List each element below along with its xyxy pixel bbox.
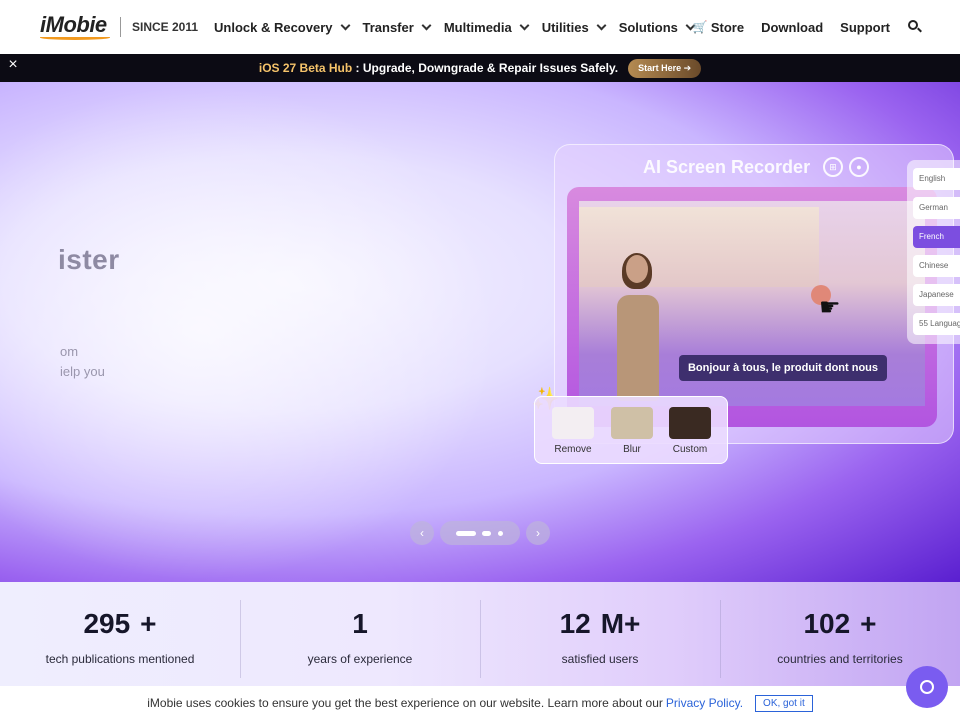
since-label: SINCE 2011 xyxy=(120,17,198,37)
nav-label: Unlock & Recovery xyxy=(214,19,333,35)
apple-icon: ● xyxy=(849,157,869,177)
promo-highlight: iOS 27 Beta Hub xyxy=(258,61,353,75)
logo-swoosh xyxy=(40,35,110,40)
hand-cursor-icon: ☛ xyxy=(819,294,841,321)
subtitle-caption: Bonjour à tous, le produit dont nous xyxy=(679,355,887,381)
language-item: German xyxy=(913,197,960,219)
language-item: English xyxy=(913,168,960,190)
nav-right: 🛒 Store Download Support xyxy=(676,0,922,54)
nav-label: Multimedia xyxy=(443,19,512,35)
tool-remove: Remove xyxy=(551,407,595,461)
download-link[interactable]: Download xyxy=(761,20,823,35)
tool-label: Custom xyxy=(672,444,708,455)
tool-label: Remove xyxy=(554,444,592,455)
language-item: 55 Languages xyxy=(913,313,960,335)
nav-transfer[interactable]: Transfer xyxy=(362,19,432,35)
hero-description-line: om xyxy=(60,344,79,359)
chevron-down-icon xyxy=(340,20,350,30)
carousel-dots xyxy=(440,521,520,545)
divider xyxy=(240,600,241,678)
hero-carousel: ister om ielp you AI Screen Recorder ⊞ ●… xyxy=(0,82,960,582)
site-header: iMobie SINCE 2011 Unlock & Recovery Tran… xyxy=(0,0,960,54)
stat-suffix: M+ xyxy=(600,608,641,639)
nav-multimedia[interactable]: Multimedia xyxy=(443,19,530,35)
language-item: Chinese xyxy=(913,255,960,277)
cookie-ok-button[interactable]: OK, got it xyxy=(755,694,813,712)
language-item: Japanese xyxy=(913,284,960,306)
carousel-next-button[interactable]: › xyxy=(526,521,550,545)
stat-label: countries and territories xyxy=(777,652,903,666)
stat-label: satisfied users xyxy=(561,652,639,666)
store-label: Store xyxy=(710,19,745,35)
cart-icon: 🛒 xyxy=(692,20,708,34)
nav-label: Transfer xyxy=(362,19,414,35)
promo-description: : Upgrade, Downgrade & Repair Issues Saf… xyxy=(352,61,619,75)
stats-section: 295 + tech publications mentioned 1 years… xyxy=(0,582,960,686)
stat-number: 102 xyxy=(803,608,851,639)
background-tools: Remove Blur Custom xyxy=(534,396,728,464)
chevron-down-icon xyxy=(421,20,432,30)
stat-number: 295 xyxy=(83,608,131,639)
start-here-button[interactable]: Start Here ➔ xyxy=(628,58,702,78)
stat-number: 1 xyxy=(352,608,368,639)
nav-unlock-recovery[interactable]: Unlock & Recovery xyxy=(214,19,350,35)
stat-item: 12 M+ satisfied users xyxy=(480,582,720,686)
presenter-image xyxy=(609,253,667,401)
stat-item: 295 + tech publications mentioned xyxy=(0,582,240,686)
divider xyxy=(480,600,481,678)
close-icon[interactable]: × xyxy=(6,57,20,73)
cookie-text: iMobie uses cookies to ensure you get th… xyxy=(147,696,663,710)
privacy-policy-link[interactable]: Privacy Policy. xyxy=(666,696,743,710)
carousel-prev-button[interactable]: ‹ xyxy=(410,521,434,545)
nav-utilities[interactable]: Utilities xyxy=(541,19,607,35)
chat-button[interactable] xyxy=(906,666,948,708)
nav-label: Utilities xyxy=(541,19,589,35)
stat-suffix: + xyxy=(140,608,157,639)
promo-banner: × iOS 27 Beta Hub : Upgrade, Downgrade &… xyxy=(0,54,960,82)
chat-icon xyxy=(920,680,934,694)
hero-title: ister xyxy=(58,244,120,275)
search-icon[interactable] xyxy=(908,20,922,34)
language-item-active: French xyxy=(913,226,960,248)
recorder-screen: Bonjour à tous, le produit dont nous ☛ xyxy=(567,187,937,427)
carousel-dot[interactable] xyxy=(482,531,491,536)
divider xyxy=(720,600,721,678)
support-link[interactable]: Support xyxy=(840,20,890,35)
language-list: English German French Chinese Japanese 5… xyxy=(907,160,960,344)
nav-label: Solutions xyxy=(618,19,678,35)
showcase-title: AI Screen Recorder xyxy=(643,157,811,177)
stat-suffix: + xyxy=(860,608,877,639)
hero-description-line: ielp you xyxy=(60,364,105,379)
main-nav: Unlock & Recovery Transfer Multimedia Ut… xyxy=(214,0,708,54)
tool-blur: Blur xyxy=(610,407,654,461)
tool-custom: Custom xyxy=(668,407,712,461)
stat-label: tech publications mentioned xyxy=(45,652,195,666)
chevron-down-icon xyxy=(519,20,530,30)
cookie-bar: iMobie uses cookies to ensure you get th… xyxy=(0,686,960,720)
chevron-down-icon xyxy=(596,20,607,30)
stat-item: 1 years of experience xyxy=(240,582,480,686)
windows-icon: ⊞ xyxy=(823,157,843,177)
stat-label: years of experience xyxy=(307,652,413,666)
carousel-dot[interactable] xyxy=(498,531,503,536)
tool-label: Blur xyxy=(623,444,641,455)
stat-number: 12 xyxy=(559,608,591,639)
carousel-dot-active[interactable] xyxy=(456,531,476,536)
promo-text[interactable]: iOS 27 Beta Hub : Upgrade, Downgrade & R… xyxy=(259,61,618,75)
store-link[interactable]: 🛒 Store xyxy=(693,20,744,35)
carousel-controls: ‹ › xyxy=(410,521,550,545)
